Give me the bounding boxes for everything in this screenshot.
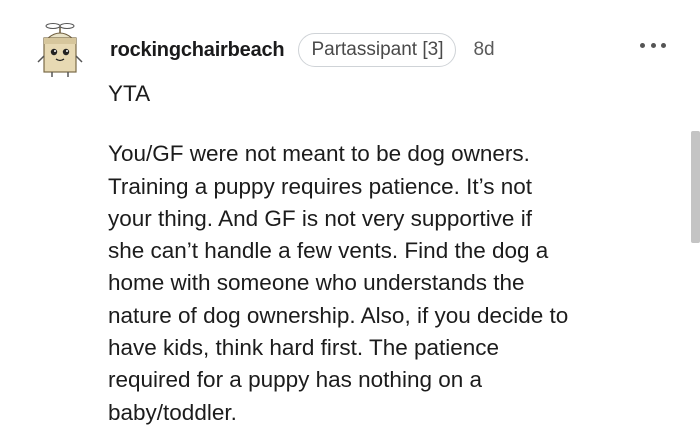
- comment-line: YTA: [108, 81, 151, 106]
- comment-line: Training a puppy requires patience. It’s…: [108, 173, 533, 199]
- comment-body: YTA You/GF were not meant to be dog owne…: [108, 78, 693, 429]
- dot: [640, 42, 645, 48]
- comment-paragraph: YTA: [108, 78, 693, 110]
- comment-timestamp[interactable]: 8d: [473, 39, 494, 61]
- comment-line: baby/toddler.: [108, 399, 237, 425]
- comment-line: nature of dog ownership. Also, if you de…: [108, 302, 569, 328]
- username-link[interactable]: rockingchairbeach: [110, 39, 285, 62]
- comment-line: home with someone who understands the: [108, 270, 525, 296]
- comment-line: You/GF were not meant to be dog owners.: [108, 141, 530, 167]
- scrollbar-thumb[interactable]: [691, 131, 700, 243]
- dot: [661, 42, 666, 48]
- user-flair-badge: Partassipant [3]: [298, 33, 457, 67]
- comment-line: have kids, think hard first. The patienc…: [108, 335, 500, 361]
- comment-line: required for a puppy has nothing on a: [108, 367, 483, 393]
- comment-line: your thing. And GF is not very supportiv…: [108, 205, 532, 231]
- user-avatar[interactable]: [36, 22, 84, 78]
- dot: [650, 42, 656, 48]
- more-options-icon[interactable]: [640, 38, 666, 52]
- comment: rockingchairbeach Partassipant [3] 8d YT…: [0, 0, 700, 437]
- comment-paragraph: You/GF were not meant to be dog owners. …: [108, 138, 693, 429]
- comment-line: she can’t handle a few vents. Find the d…: [108, 238, 549, 264]
- comment-header: rockingchairbeach Partassipant [3] 8d: [110, 32, 495, 68]
